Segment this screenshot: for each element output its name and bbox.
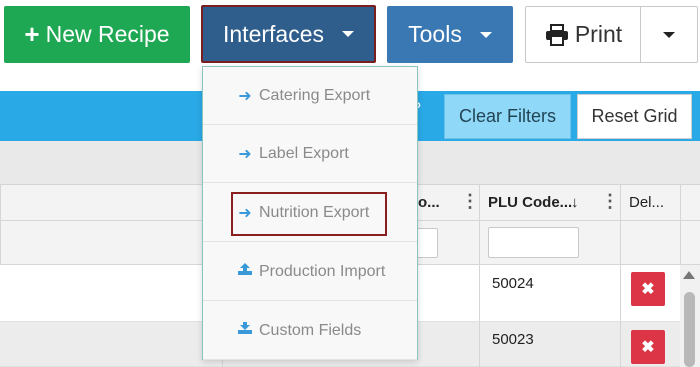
menu-item-label: Production Import — [259, 262, 386, 280]
plu-code-filter-input[interactable] — [488, 227, 579, 258]
grid-divider — [620, 265, 621, 367]
scrollbar-thumb[interactable] — [684, 292, 695, 367]
sort-descending-icon: ↓ — [571, 194, 579, 211]
menu-item-label: Catering Export — [259, 86, 371, 104]
print-button[interactable]: Print — [525, 6, 641, 63]
tools-label: Tools — [408, 21, 462, 47]
download-icon — [237, 321, 253, 340]
interfaces-dropdown-button[interactable]: Interfaces — [201, 5, 376, 63]
plu-code-header[interactable]: PLU Code... — [488, 194, 572, 211]
menu-item-label: Label Export — [259, 144, 349, 162]
reset-grid-button[interactable]: Reset Grid — [577, 94, 692, 139]
menu-item-label: Custom Fields — [259, 321, 362, 339]
caret-down-icon — [342, 31, 354, 37]
plu-code-cell: 50024 — [492, 275, 534, 292]
caret-down-icon — [479, 31, 492, 38]
column-menu-icon[interactable]: ⋮ — [601, 191, 619, 212]
delete-row-button[interactable]: ✖ — [631, 330, 665, 364]
column-menu-icon[interactable]: ⋮ — [461, 191, 479, 212]
arrow-right-icon: ➜ — [238, 87, 252, 105]
clear-filters-button[interactable]: Clear Filters — [444, 94, 571, 139]
menu-item-production-import[interactable]: Production Import — [203, 243, 417, 301]
interfaces-label: Interfaces — [223, 20, 324, 47]
grid-divider — [680, 185, 681, 265]
menu-item-catering-export[interactable]: ➜ Catering Export — [203, 67, 417, 125]
delete-row-button[interactable]: ✖ — [631, 272, 665, 306]
arrow-right-icon: ➜ — [238, 145, 252, 163]
close-icon: ✖ — [641, 339, 655, 356]
menu-item-label-export[interactable]: ➜ Label Export — [203, 125, 417, 183]
print-options-button[interactable] — [640, 6, 698, 63]
caret-down-icon — [663, 31, 675, 38]
upload-icon — [237, 262, 253, 281]
plu-code-cell: 50023 — [492, 331, 534, 348]
tools-dropdown-button[interactable]: Tools — [387, 6, 513, 63]
plus-icon: + — [24, 19, 40, 49]
new-recipe-button[interactable]: + New Recipe — [4, 6, 190, 63]
print-label: Print — [574, 21, 623, 47]
selection-highlight — [231, 192, 387, 236]
printer-icon — [545, 23, 568, 46]
interfaces-dropdown-menu: ➜ Catering Export ➜ Label Export ➜ Nutri… — [202, 66, 418, 360]
grid-divider — [479, 265, 480, 367]
close-icon: ✖ — [641, 281, 655, 298]
scroll-up-icon[interactable] — [683, 271, 695, 279]
new-recipe-label: New Recipe — [45, 21, 170, 47]
column-header-partial[interactable]: o... — [418, 194, 440, 211]
menu-item-custom-fields[interactable]: Custom Fields — [203, 302, 417, 360]
delete-column-header[interactable]: Del... — [629, 194, 664, 211]
